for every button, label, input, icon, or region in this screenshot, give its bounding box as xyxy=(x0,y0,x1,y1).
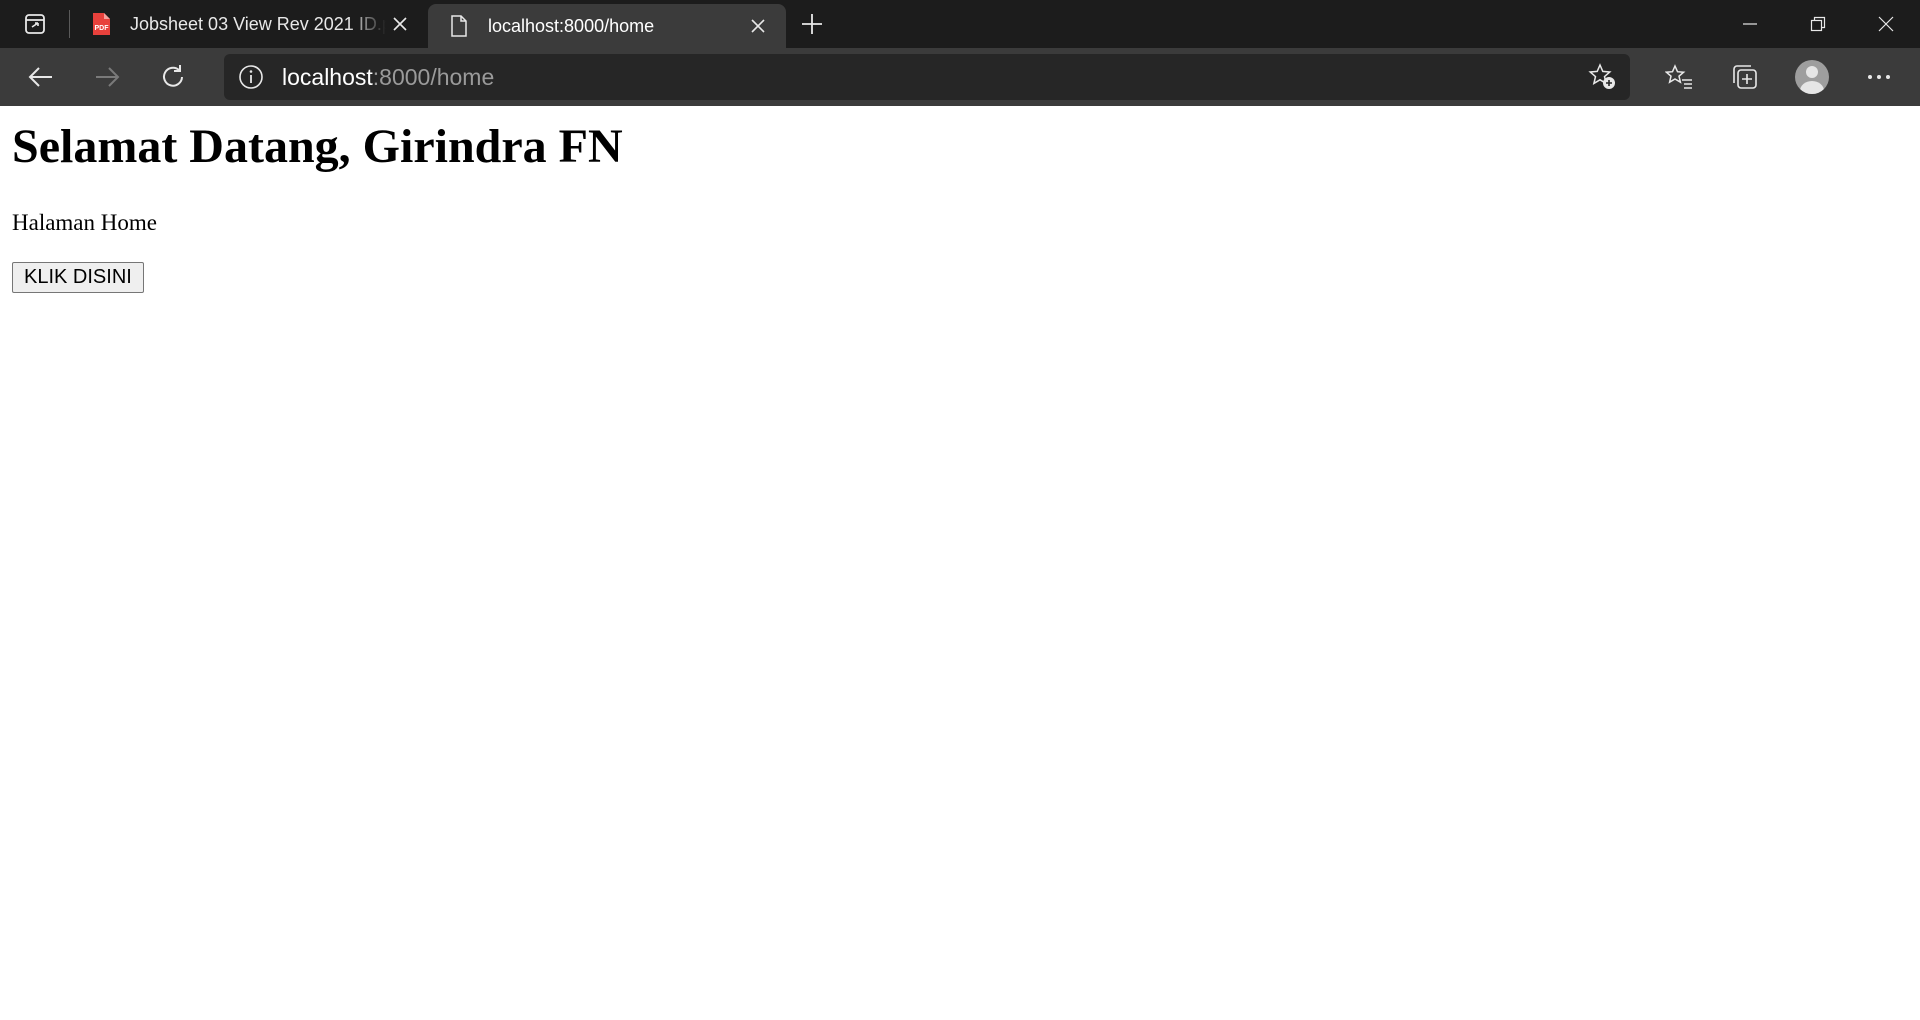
back-button[interactable] xyxy=(8,53,74,101)
browser-toolbar: localhost:8000/home xyxy=(0,48,1920,106)
page-subtitle: Halaman Home xyxy=(12,209,157,235)
window-controls xyxy=(1716,0,1920,48)
more-icon xyxy=(1866,73,1892,81)
tab-pdf[interactable]: PDF Jobsheet 03 View Rev 2021 ID.pdf xyxy=(70,0,428,48)
new-tab-button[interactable] xyxy=(786,0,838,48)
close-icon xyxy=(1878,16,1894,32)
tab-title: localhost:8000/home xyxy=(488,15,655,36)
plus-icon xyxy=(801,13,823,35)
collections-button[interactable] xyxy=(1712,53,1778,101)
arrow-right-icon xyxy=(94,66,120,88)
tab-title: Jobsheet 03 View Rev 2021 ID.pdf xyxy=(130,13,386,34)
url-text[interactable]: localhost:8000/home xyxy=(282,64,1588,91)
url-path: :8000/home xyxy=(372,63,495,90)
pdf-icon: PDF xyxy=(88,11,114,37)
close-tab-icon[interactable] xyxy=(386,10,414,38)
tab-actions-icon xyxy=(23,12,47,36)
refresh-button[interactable] xyxy=(140,53,206,101)
profile-button[interactable] xyxy=(1778,60,1846,94)
forward-button[interactable] xyxy=(74,53,140,101)
add-favorite-icon[interactable] xyxy=(1588,63,1618,91)
info-icon[interactable] xyxy=(238,64,264,90)
page-content: Selamat Datang, Girindra FN Halaman Home… xyxy=(0,118,1920,293)
collections-icon xyxy=(1731,63,1759,91)
favorites-button[interactable] xyxy=(1646,53,1712,101)
restore-button[interactable] xyxy=(1784,0,1852,48)
svg-text:PDF: PDF xyxy=(95,25,110,32)
refresh-icon xyxy=(160,64,186,90)
minimize-icon xyxy=(1742,16,1758,32)
tab-bar: PDF Jobsheet 03 View Rev 2021 ID.pdf loc… xyxy=(0,0,1920,48)
favorites-icon xyxy=(1665,64,1693,90)
minimize-button[interactable] xyxy=(1716,0,1784,48)
address-bar[interactable]: localhost:8000/home xyxy=(224,54,1630,100)
close-tab-icon[interactable] xyxy=(744,12,772,40)
tab-actions-button[interactable] xyxy=(0,0,70,48)
restore-icon xyxy=(1810,16,1826,32)
toolbar-right xyxy=(1646,53,1912,101)
klik-disini-button[interactable]: KLIK DISINI xyxy=(12,261,144,293)
document-icon xyxy=(446,13,472,39)
url-host: localhost xyxy=(282,63,373,90)
arrow-left-icon xyxy=(28,66,54,88)
page-title: Selamat Datang, Girindra FN xyxy=(12,120,623,173)
tab-localhost-home[interactable]: localhost:8000/home xyxy=(428,4,786,48)
close-window-button[interactable] xyxy=(1852,0,1920,48)
settings-more-button[interactable] xyxy=(1846,53,1912,101)
avatar-icon xyxy=(1795,60,1829,94)
